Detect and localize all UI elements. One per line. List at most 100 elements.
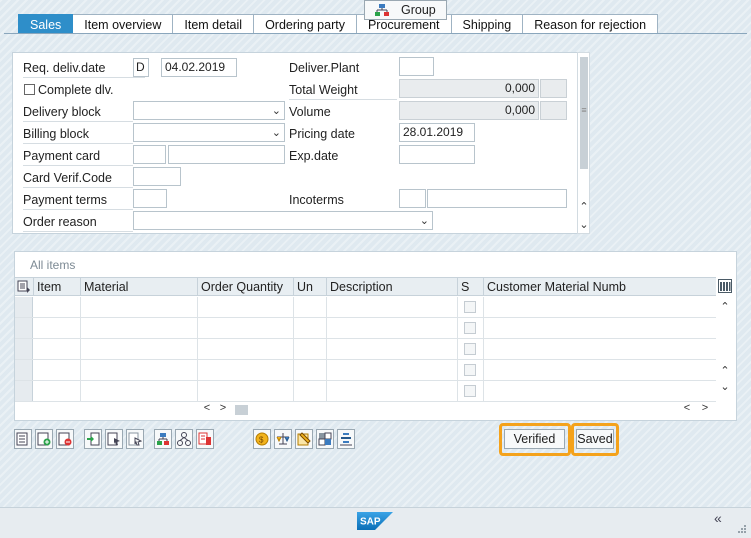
unit-cell[interactable] <box>294 381 327 401</box>
payment-terms-field[interactable] <box>133 189 167 208</box>
insert-row-button[interactable] <box>35 429 53 449</box>
tab-reason-for-rejection[interactable]: Reason for rejection <box>523 14 659 34</box>
deliver-plant-field[interactable] <box>399 57 434 76</box>
tab-ordering-party[interactable]: Ordering party <box>254 14 357 34</box>
notes-button[interactable] <box>295 429 313 449</box>
description-cell[interactable] <box>327 381 458 401</box>
material-cell[interactable] <box>81 318 198 338</box>
order-quantity-cell[interactable] <box>198 318 294 338</box>
header-panel-scrollbar[interactable]: ≡ ⌃ ⌄ <box>577 52 590 234</box>
column-header-order-quantity[interactable]: Order Quantity <box>198 278 294 296</box>
pricing-button[interactable] <box>196 429 214 449</box>
material-cell[interactable] <box>81 297 198 317</box>
material-cell[interactable] <box>81 360 198 380</box>
table-row[interactable] <box>15 297 716 318</box>
order-quantity-cell[interactable] <box>198 339 294 359</box>
row-selector[interactable] <box>15 297 33 317</box>
unit-cell[interactable] <box>294 339 327 359</box>
column-header-item[interactable]: Item <box>34 278 81 296</box>
select-all-button[interactable] <box>105 429 123 449</box>
unit-cell[interactable] <box>294 318 327 338</box>
group-button[interactable]: Group <box>364 0 447 20</box>
customer-material-cell[interactable] <box>484 360 716 380</box>
chevron-down-icon[interactable]: ⌄ <box>578 218 590 231</box>
order-quantity-cell[interactable] <box>198 360 294 380</box>
item-cell[interactable] <box>34 339 81 359</box>
req-deliv-date-type-field[interactable]: D <box>133 58 149 77</box>
verified-button[interactable]: Verified <box>504 429 565 449</box>
chevron-down-icon[interactable]: ⌄ <box>719 380 731 393</box>
billing-block-select[interactable]: ⌄ <box>133 123 285 142</box>
row-selector[interactable] <box>15 339 33 359</box>
tab-sales[interactable]: Sales <box>18 14 74 34</box>
payment-card-number-field[interactable] <box>168 145 285 164</box>
move-up-button[interactable] <box>84 429 102 449</box>
delete-row-button[interactable] <box>56 429 74 449</box>
chevron-up-icon[interactable]: ⌃ <box>719 300 731 313</box>
chevron-up-icon[interactable]: ⌃ <box>578 200 590 213</box>
copy-button[interactable] <box>316 429 334 449</box>
table-row[interactable] <box>15 381 716 402</box>
material-cell[interactable] <box>81 381 198 401</box>
customer-material-cell[interactable] <box>484 339 716 359</box>
row-selector[interactable] <box>15 318 33 338</box>
unit-cell[interactable] <box>294 360 327 380</box>
item-detail-button[interactable] <box>14 429 32 449</box>
chevron-up-icon[interactable]: ⌃ <box>719 364 731 377</box>
column-header-customer-material[interactable]: Customer Material Numb <box>484 278 716 296</box>
material-cell[interactable] <box>81 339 198 359</box>
order-quantity-cell[interactable] <box>198 381 294 401</box>
chevron-left-icon[interactable]: < <box>201 402 213 414</box>
column-header-s[interactable]: S <box>458 278 484 296</box>
complete-dlv-checkbox[interactable] <box>24 84 35 95</box>
availability-button[interactable] <box>274 429 292 449</box>
req-deliv-date-field[interactable]: 04.02.2019 <box>161 58 237 77</box>
chevron-right-icon[interactable]: > <box>217 402 229 414</box>
resize-grip-icon[interactable] <box>737 524 747 534</box>
customer-material-cell[interactable] <box>484 297 716 317</box>
customer-material-cell[interactable] <box>484 318 716 338</box>
row-selector[interactable] <box>15 381 33 401</box>
payment-button[interactable]: $ <box>253 429 271 449</box>
table-row[interactable] <box>15 339 716 360</box>
exp-date-field[interactable] <box>399 145 475 164</box>
incoterms-field[interactable] <box>399 189 426 208</box>
item-cell[interactable] <box>34 360 81 380</box>
horizontal-scroll-thumb[interactable] <box>235 405 248 415</box>
unit-cell[interactable] <box>294 297 327 317</box>
column-header-description[interactable]: Description <box>327 278 458 296</box>
description-cell[interactable] <box>327 339 458 359</box>
card-verif-code-field[interactable] <box>133 167 181 186</box>
pricing-date-field[interactable]: 28.01.2019 <box>399 123 475 142</box>
schedule-lines-button[interactable] <box>337 429 355 449</box>
chevron-right-icon[interactable]: > <box>699 402 711 414</box>
structure-button[interactable] <box>175 429 193 449</box>
tab-item-detail[interactable]: Item detail <box>173 14 255 34</box>
item-cell[interactable] <box>34 297 81 317</box>
description-cell[interactable] <box>327 318 458 338</box>
deselect-all-button[interactable] <box>126 429 144 449</box>
incoterms-location-field[interactable] <box>427 189 567 208</box>
chevron-left-icon[interactable]: < <box>681 402 693 414</box>
customer-material-cell[interactable] <box>484 381 716 401</box>
tab-item-overview[interactable]: Item overview <box>73 14 174 34</box>
collapse-icon[interactable]: « <box>714 510 722 526</box>
description-cell[interactable] <box>327 360 458 380</box>
column-header-material[interactable]: Material <box>81 278 198 296</box>
table-row[interactable] <box>15 360 716 381</box>
select-all-icon[interactable] <box>15 278 34 296</box>
item-cell[interactable] <box>34 381 81 401</box>
table-row[interactable] <box>15 318 716 339</box>
table-settings-icon[interactable] <box>718 279 732 293</box>
delivery-block-select[interactable]: ⌄ <box>133 101 285 120</box>
description-cell[interactable] <box>327 297 458 317</box>
order-quantity-cell[interactable] <box>198 297 294 317</box>
item-cell[interactable] <box>34 318 81 338</box>
order-reason-select[interactable]: ⌄ <box>133 211 433 230</box>
column-header-unit[interactable]: Un <box>294 278 327 296</box>
tab-shipping[interactable]: Shipping <box>451 14 524 34</box>
saved-button[interactable]: Saved <box>576 429 614 449</box>
payment-card-type-field[interactable] <box>133 145 166 164</box>
configuration-button[interactable] <box>154 429 172 449</box>
row-selector[interactable] <box>15 360 33 380</box>
